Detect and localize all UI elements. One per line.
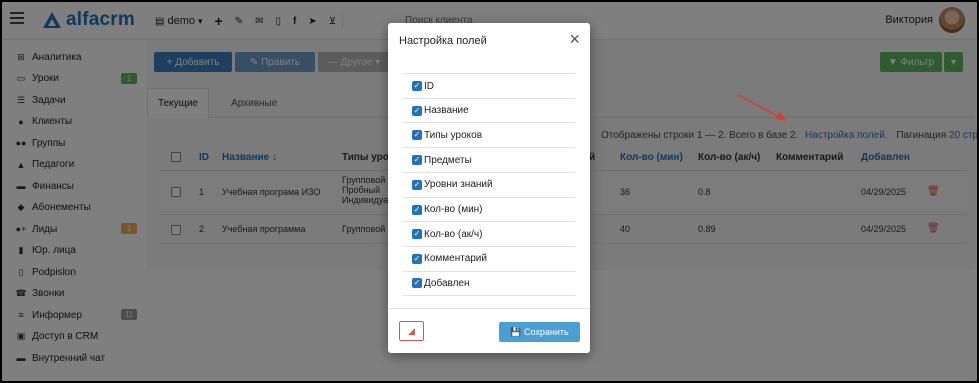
modal-title: Настройка полей [399,35,487,47]
field-option-label: Комментарий [424,253,487,265]
app-window: alfacrm ▤ demo ▾ + ✎ ✉ ▯ f ➤ ⊻ Поиск кли… [2,2,977,381]
field-option[interactable]: ✓ Предметы [403,147,575,172]
eraser-button[interactable]: ◢ [399,321,424,341]
field-option-label: Типы уроков [424,129,483,141]
field-option[interactable]: ✓ Название [403,97,575,123]
field-option-label: Предметы [424,154,472,166]
checkbox-checked-icon[interactable]: ✓ [412,229,422,240]
checkbox-checked-icon[interactable]: ✓ [412,155,422,166]
field-option[interactable]: ✓ Добавлен [403,270,575,296]
checkbox-checked-icon[interactable]: ✓ [412,204,422,215]
field-option-label: Уровни знаний [424,179,493,191]
checkbox-checked-icon[interactable]: ✓ [412,278,422,289]
field-option[interactable]: ✓ ID [403,73,575,98]
modal-footer-divider [388,308,590,309]
field-settings-modal: Настройка полей × ✓ ID ✓ Название ✓ Типы урок… [388,23,590,353]
field-option[interactable]: ✓ Типы уроков [403,122,575,147]
checkbox-checked-icon[interactable]: ✓ [412,253,422,264]
field-option-label: Кол-во (ак/ч) [424,228,483,240]
close-icon[interactable]: × [569,29,580,49]
save-button[interactable]: 💾 Сохранить [499,322,580,342]
field-option-label: ID [424,80,434,92]
field-option-label: Название [424,105,469,117]
checkbox-checked-icon[interactable]: ✓ [412,81,422,91]
field-option-label: Добавлен [424,277,470,289]
field-option[interactable]: ✓ Комментарий [403,245,575,271]
field-option[interactable]: ✓ Кол-во (мин) [403,196,575,222]
field-option-label: Кол-во (мин) [424,204,483,215]
field-option[interactable]: ✓ Уровни знаний [403,171,575,197]
eraser-icon: ◢ [408,325,415,336]
checkbox-checked-icon[interactable]: ✓ [412,179,422,190]
checkbox-checked-icon[interactable]: ✓ [412,105,422,116]
field-option[interactable]: ✓ Кол-во (ак/ч) [403,221,575,246]
checkbox-checked-icon[interactable]: ✓ [412,130,422,141]
